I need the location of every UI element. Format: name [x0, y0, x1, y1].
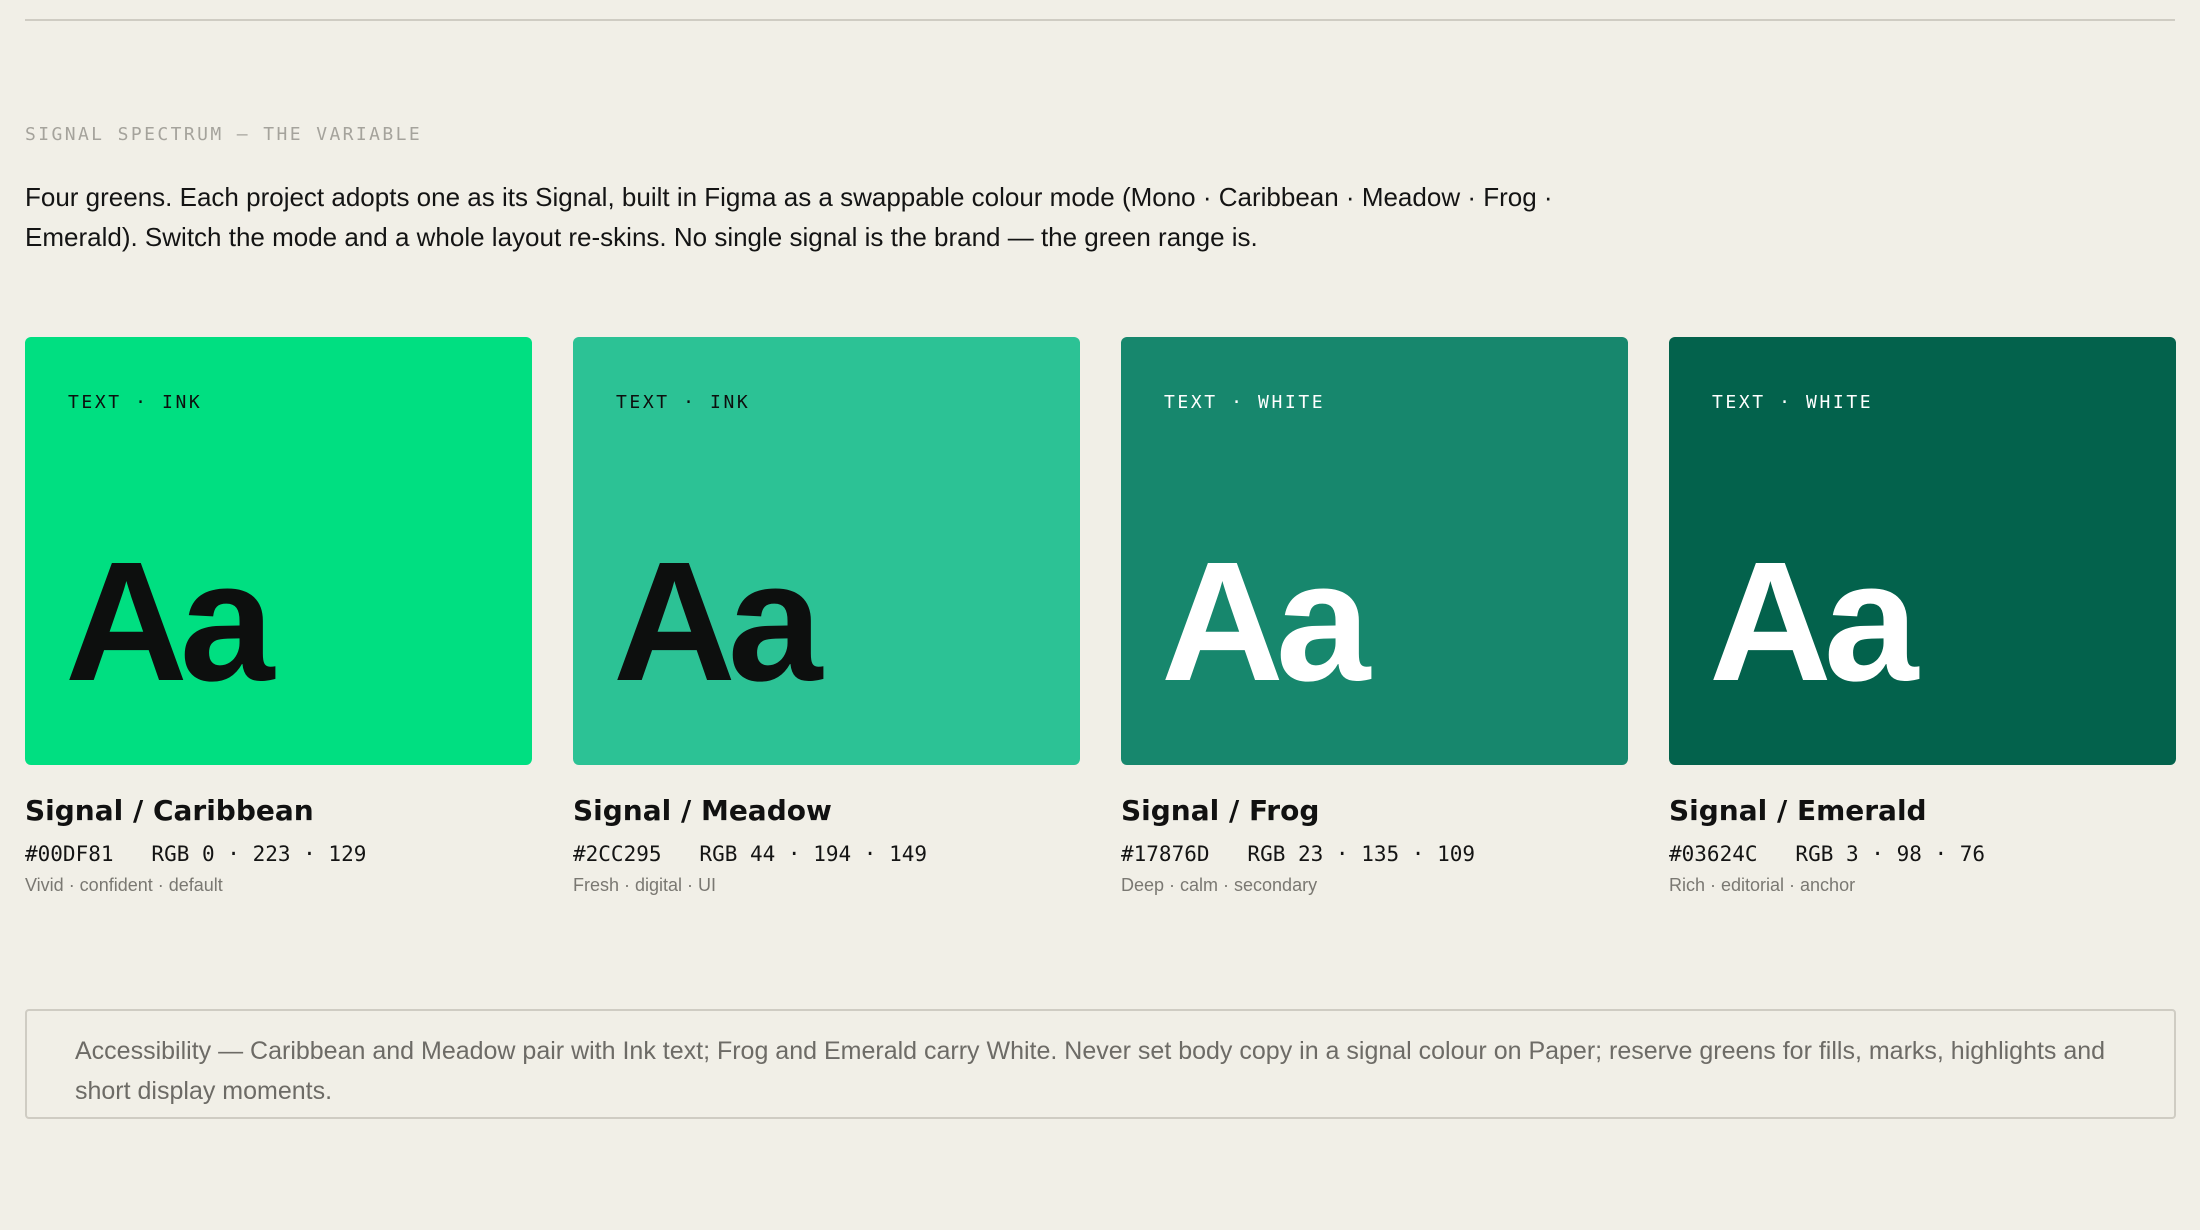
type-sample: Aa: [65, 527, 274, 717]
signal-name: Signal / Caribbean: [25, 794, 314, 827]
signal-name: Signal / Emerald: [1669, 794, 1927, 827]
signal-codes: #03624C RGB 3 · 98 · 76: [1669, 842, 1986, 866]
signal-description: Deep · calm · secondary: [1121, 875, 1318, 895]
accessibility-note: Accessibility — Caribbean and Meadow pai…: [25, 1009, 2176, 1119]
type-sample: Aa: [1709, 527, 1918, 717]
swatch-caribbean: TEXT · INK Aa: [25, 337, 532, 765]
swatch-text-tag: TEXT · INK: [68, 392, 203, 413]
signal-card-caribbean: TEXT · INK Aa Signal / Caribbean #00DF81…: [25, 337, 532, 896]
accessibility-note-text: Accessibility — Caribbean and Meadow pai…: [75, 1037, 2106, 1105]
signal-card-emerald: TEXT · WHITE Aa Signal / Emerald #03624C…: [1669, 337, 2176, 896]
signal-card-row: TEXT · INK Aa Signal / Caribbean #00DF81…: [25, 337, 2176, 896]
swatch-frog: TEXT · WHITE Aa: [1121, 337, 1628, 765]
swatch-meadow: TEXT · INK Aa: [573, 337, 1080, 765]
swatch-emerald: TEXT · WHITE Aa: [1669, 337, 2176, 765]
signal-description: Rich · editorial · anchor: [1669, 875, 1856, 895]
signal-codes: #2CC295 RGB 44 · 194 · 149: [573, 842, 928, 866]
signal-codes: #00DF81 RGB 0 · 223 · 129: [25, 842, 367, 866]
swatch-text-tag: TEXT · INK: [616, 392, 751, 413]
signal-codes: #17876D RGB 23 · 135 · 109: [1121, 842, 1476, 866]
type-sample: Aa: [1161, 527, 1370, 717]
swatch-text-tag: TEXT · WHITE: [1164, 392, 1326, 413]
swatch-text-tag: TEXT · WHITE: [1712, 392, 1874, 413]
signal-name: Signal / Frog: [1121, 794, 1320, 827]
type-sample: Aa: [613, 527, 822, 717]
signal-name: Signal / Meadow: [573, 794, 832, 827]
section-eyebrow: SIGNAL SPECTRUM — THE VARIABLE: [25, 124, 423, 145]
signal-card-meadow: TEXT · INK Aa Signal / Meadow #2CC295 RG…: [573, 337, 1080, 896]
section-intro: Four greens. Each project adopts one as …: [25, 182, 1553, 252]
top-divider: [25, 19, 2175, 21]
signal-description: Vivid · confident · default: [25, 875, 223, 895]
signal-description: Fresh · digital · UI: [573, 875, 717, 895]
signal-card-frog: TEXT · WHITE Aa Signal / Frog #17876D RG…: [1121, 337, 1628, 896]
